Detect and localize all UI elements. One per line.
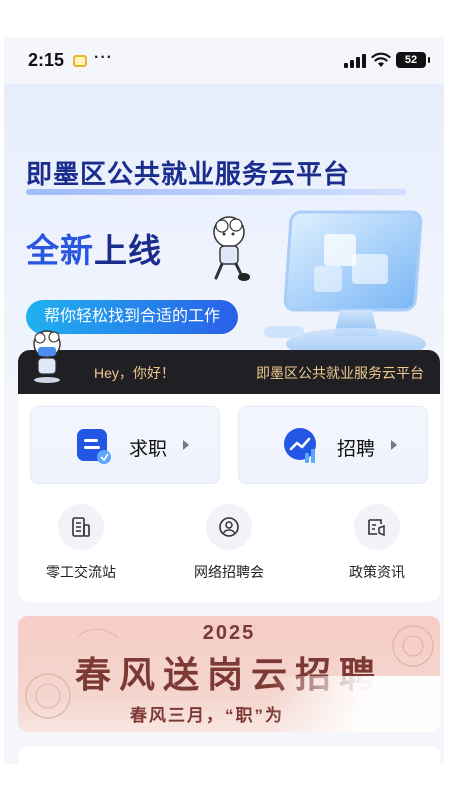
- job-seeking-label: 求职: [129, 439, 168, 460]
- icon-background: [58, 504, 104, 550]
- building-icon: [72, 517, 90, 537]
- battery-icon: 52: [396, 52, 430, 68]
- service-card: 求职 招聘 零工交流站 网络招聘会 政策资讯: [18, 394, 440, 602]
- cellular-signal-icon: [344, 54, 366, 68]
- status-bar: 2:15 ··· 52: [4, 38, 444, 84]
- hero-subtitle-part1: 全新: [26, 232, 94, 269]
- gig-exchange-link[interactable]: 零工交流站: [26, 504, 136, 584]
- trend-chart-icon: [284, 428, 316, 463]
- mascot-illustration: [213, 216, 250, 281]
- greeting-bar: Hey，你好！ 即墨区公共就业服务云平台: [18, 350, 440, 394]
- icon-background: [354, 504, 400, 550]
- mascot-avatar-icon: [33, 330, 61, 383]
- hero-banner[interactable]: 即墨区公共就业服务云平台 全新上线 帮你轻松找到合适的工作: [4, 84, 444, 380]
- spring-recruitment-banner[interactable]: 2025 春风送岗云招聘 春风三月，“职”为: [18, 616, 440, 732]
- greeting-platform-name: 即墨区公共就业服务云平台: [256, 365, 424, 381]
- recruitment-label: 招聘: [337, 439, 376, 460]
- recruitment-button[interactable]: 招聘: [238, 406, 428, 484]
- more-status-icon: ···: [94, 49, 113, 66]
- hero-subtitle: 全新上线: [26, 224, 162, 272]
- online-job-fair-label: 网络招聘会: [194, 564, 264, 580]
- notification-icon: [73, 55, 87, 67]
- computer-illustration: [264, 210, 426, 360]
- chevron-right-icon: [183, 440, 189, 450]
- greeting-hello: Hey，你好！: [94, 365, 175, 381]
- broadcast-icon: [368, 519, 385, 537]
- icon-background: [206, 504, 252, 550]
- policy-news-label: 政策资讯: [349, 564, 405, 580]
- banner-glare: [270, 676, 440, 732]
- policy-news-link[interactable]: 政策资讯: [322, 504, 432, 584]
- banner-year: 2025: [202, 622, 256, 644]
- next-section-card: [18, 746, 440, 764]
- online-job-fair-link[interactable]: 网络招聘会: [174, 504, 284, 584]
- hero-subtitle-part2: 上线: [94, 232, 162, 269]
- document-icon: [77, 429, 111, 464]
- wifi-icon: [371, 52, 391, 67]
- hero-title: 即墨区公共就业服务云平台: [26, 159, 351, 189]
- user-at-icon: [219, 517, 239, 537]
- gig-exchange-label: 零工交流站: [46, 564, 116, 580]
- status-time: 2:15: [28, 50, 65, 70]
- chevron-right-icon: [391, 440, 397, 450]
- app-screen: 2:15 ··· 52 即墨区公共就业服务云平台 全新上线 帮你轻松找到合适的工…: [4, 38, 444, 764]
- job-seeking-button[interactable]: 求职: [30, 406, 220, 484]
- banner-subtitle: 春风三月，“职”为: [130, 706, 284, 725]
